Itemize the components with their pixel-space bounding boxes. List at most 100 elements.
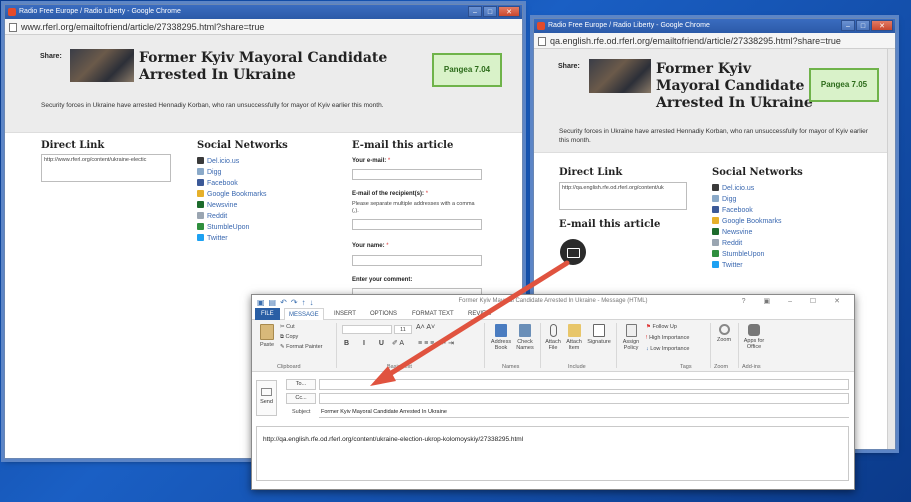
subject-label: Subject — [292, 409, 311, 415]
subject-field[interactable]: Former Kyiv Mayoral Candidate Arrested I… — [319, 407, 849, 418]
right-scrollbar[interactable] — [887, 49, 895, 449]
attach-item-button[interactable]: Attach Item — [564, 324, 584, 351]
check-names-button[interactable]: Check Names — [514, 324, 536, 351]
zoom-button[interactable]: Zoom — [714, 324, 734, 343]
your-email-input[interactable] — [352, 169, 482, 180]
social-item-facebook[interactable]: Facebook — [197, 178, 267, 189]
cc-field[interactable] — [319, 393, 849, 404]
bold-italic-underline-buttons[interactable]: B I U — [344, 340, 390, 347]
minimize-icon[interactable]: – — [468, 6, 482, 17]
paste-icon — [260, 324, 274, 340]
flag-icon: ⚑ — [646, 324, 651, 330]
address-book-icon — [495, 324, 507, 337]
right-share-header: Share: Former Kyiv Mayoral Candidate Arr… — [534, 49, 895, 153]
font-name-dropdown[interactable] — [342, 325, 392, 334]
basic-text-group-label: Basic Text — [387, 364, 412, 370]
social-networks-heading: Social Networks — [712, 167, 803, 178]
address-book-button[interactable]: Address Book — [490, 324, 512, 351]
message-body[interactable]: http://qa.english.rfe.od.rferl.org/conte… — [256, 426, 849, 481]
attach-file-button[interactable]: Attach File — [544, 324, 562, 351]
article-headline: Former Kyiv Mayoral Candidate Arrested I… — [656, 61, 813, 111]
ribbon: Paste ✂ Cut ⧉ Copy ✎ Format Painter Clip… — [252, 320, 854, 372]
digg-icon — [197, 168, 204, 175]
social-item-google-bookmarks[interactable]: Google Bookmarks — [712, 216, 782, 227]
direct-link-textarea[interactable]: http://www.rferl.org/content/ukraine-ele… — [41, 154, 171, 182]
your-name-input[interactable] — [352, 255, 482, 266]
maximize-icon[interactable]: □ — [483, 6, 497, 17]
copy-button[interactable]: ⧉ Copy — [280, 334, 298, 340]
pangea-version-badge: Pangea 7.05 — [809, 68, 879, 102]
social-item-newsvine[interactable]: Newsvine — [712, 227, 782, 238]
direct-link-heading: Direct Link — [41, 140, 105, 151]
left-window-titlebar[interactable]: Radio Free Europe / Radio Liberty - Goog… — [5, 5, 522, 19]
social-item-stumbleupon[interactable]: StumbleUpon — [712, 249, 782, 260]
exclamation-icon: ! — [646, 335, 648, 341]
social-item-twitter[interactable]: Twitter — [197, 233, 267, 244]
right-window-titlebar[interactable]: Radio Free Europe / Radio Liberty - Goog… — [534, 19, 895, 33]
email-circle-icon[interactable] — [560, 239, 586, 265]
right-url: qa.english.rfe.od.rferl.org/emailtofrien… — [550, 36, 841, 46]
facebook-icon — [197, 179, 204, 186]
high-importance-button[interactable]: ! High Importance — [646, 335, 689, 341]
minimize-icon[interactable]: – — [841, 20, 855, 31]
signature-button[interactable]: Signature — [586, 324, 612, 345]
social-item-stumbleupon[interactable]: StumbleUpon — [197, 222, 267, 233]
tab-insert[interactable]: INSERT — [334, 308, 356, 320]
cc-button[interactable]: Cc... — [286, 393, 316, 404]
page-icon — [9, 23, 17, 32]
right-address-bar[interactable]: qa.english.rfe.od.rferl.org/emailtofrien… — [534, 33, 895, 49]
format-painter-button[interactable]: ✎ Format Painter — [280, 344, 323, 350]
social-item-google-bookmarks[interactable]: Google Bookmarks — [197, 189, 267, 200]
font-size-dropdown[interactable]: 11 — [394, 325, 412, 334]
grow-font-button[interactable]: A˄ A˅ — [416, 324, 435, 331]
tab-format-text[interactable]: FORMAT TEXT — [412, 308, 454, 320]
tab-review[interactable]: REVIEW — [468, 308, 492, 320]
ribbon-tabs: FILE MESSAGE INSERT OPTIONS FORMAT TEXT … — [252, 308, 854, 321]
group-separator — [738, 323, 739, 368]
left-address-bar[interactable]: www.rferl.org/emailtofriend/article/2733… — [5, 19, 522, 35]
to-button[interactable]: To... — [286, 379, 316, 390]
zoom-group-label: Zoom — [714, 364, 729, 370]
outlook-titlebar[interactable]: ▣▤↶↷↑↓ Former Kyiv Mayoral Candidate Arr… — [252, 295, 854, 308]
outlook-window-controls[interactable]: ? ▣ – ☐ ✕ — [742, 295, 848, 308]
social-item-facebook[interactable]: Facebook — [712, 205, 782, 216]
low-importance-button[interactable]: ↓ Low Importance — [646, 346, 689, 352]
right-window-controls: – □ ✕ — [841, 20, 893, 31]
article-thumbnail — [70, 49, 134, 82]
social-item-reddit[interactable]: Reddit — [197, 211, 267, 222]
to-field[interactable] — [319, 379, 849, 390]
close-icon[interactable]: ✕ — [498, 6, 520, 17]
google-bookmarks-icon — [197, 190, 204, 197]
apps-for-office-button[interactable]: Apps for Office — [742, 324, 766, 350]
signature-icon — [593, 324, 605, 337]
cut-button[interactable]: ✂ Cut — [280, 324, 295, 330]
message-header: Send To... Cc... Subject Former Kyiv May… — [252, 376, 854, 420]
alignment-buttons[interactable]: ≡≡≡ ⇤⇥ — [418, 340, 456, 347]
down-arrow-icon: ↓ — [646, 346, 649, 352]
highlight-font-color-buttons[interactable]: ✐ A — [392, 340, 404, 347]
tab-file[interactable]: FILE — [255, 308, 280, 320]
facebook-icon — [712, 206, 719, 213]
email-article-heading: E-mail this article — [559, 219, 661, 230]
social-item-digg[interactable]: Digg — [712, 194, 782, 205]
social-item-twitter[interactable]: Twitter — [712, 260, 782, 271]
newsvine-icon — [712, 228, 719, 235]
check-names-icon — [519, 324, 531, 337]
close-icon[interactable]: ✕ — [871, 20, 893, 31]
direct-link-textarea[interactable]: http://qa.english.rfe.od.rferl.org/conte… — [559, 182, 687, 210]
follow-up-button[interactable]: ⚑ Follow Up — [646, 324, 677, 330]
social-item-delicious[interactable]: Del.icio.us — [712, 183, 782, 194]
rferl-favicon-icon — [8, 8, 16, 16]
assign-policy-button[interactable]: Assign Policy — [620, 324, 642, 351]
paste-button[interactable]: Paste — [257, 324, 277, 348]
send-button[interactable]: Send — [256, 380, 277, 416]
tab-options[interactable]: OPTIONS — [370, 308, 397, 320]
reddit-icon — [712, 239, 719, 246]
social-item-delicious[interactable]: Del.icio.us — [197, 156, 267, 167]
social-item-digg[interactable]: Digg — [197, 167, 267, 178]
social-item-newsvine[interactable]: Newsvine — [197, 200, 267, 211]
paperclip-icon — [549, 324, 557, 337]
social-item-reddit[interactable]: Reddit — [712, 238, 782, 249]
recipients-input[interactable] — [352, 219, 482, 230]
maximize-icon[interactable]: □ — [856, 20, 870, 31]
